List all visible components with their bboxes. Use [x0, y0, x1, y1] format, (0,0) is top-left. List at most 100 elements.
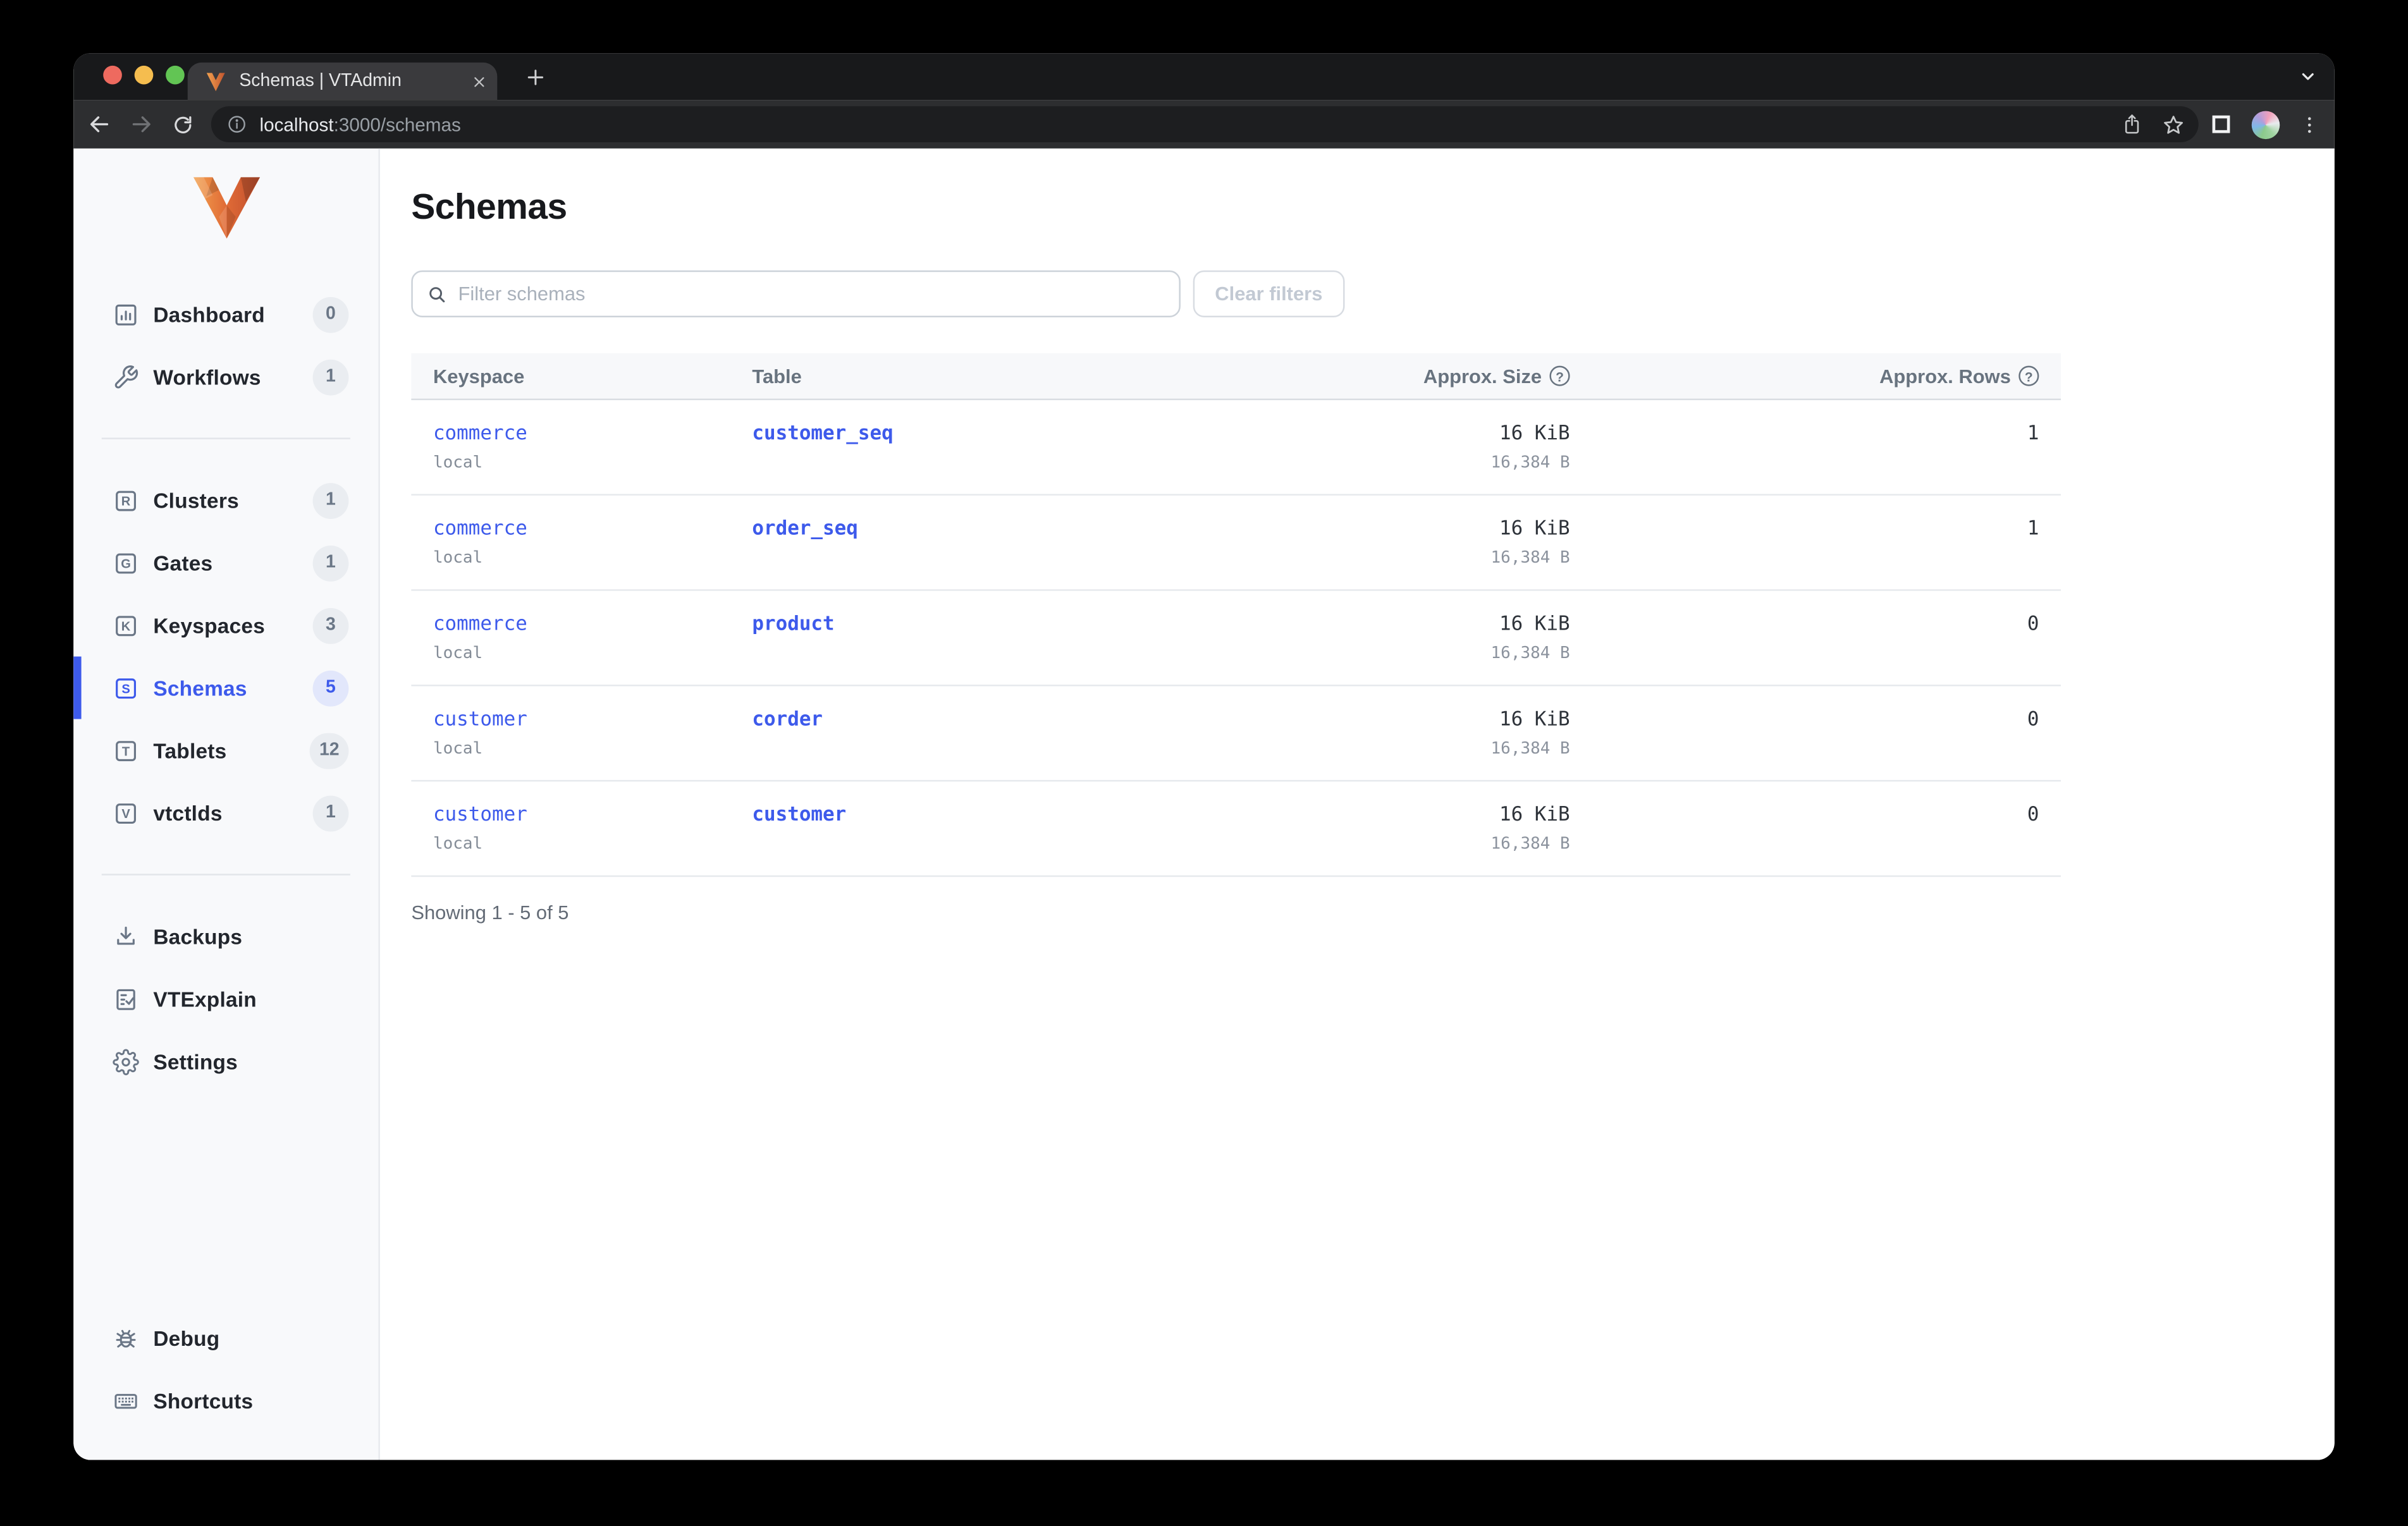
- sidebar-item-workflows[interactable]: Workflows 1: [73, 345, 378, 408]
- new-tab-button[interactable]: [525, 67, 546, 87]
- table-link[interactable]: customer_seq: [752, 420, 893, 444]
- filter-row: Clear filters: [411, 270, 2334, 317]
- count-badge: 12: [310, 732, 349, 769]
- size-bytes-value: 16,384 B: [1490, 453, 1570, 472]
- bookmark-star-icon[interactable]: [2163, 113, 2185, 135]
- sidebar-item-label: Settings: [153, 1049, 238, 1073]
- table-link[interactable]: corder: [752, 707, 823, 730]
- vtctlds-icon: V: [113, 800, 139, 826]
- sidebar-item-keyspaces[interactable]: K Keyspaces 3: [73, 594, 378, 657]
- table-row: customer local customer 16 KiB 16,384 B …: [411, 781, 2061, 877]
- back-icon[interactable]: [87, 113, 111, 136]
- tab-close-icon[interactable]: [472, 74, 486, 88]
- tab-title: Schemas | VTAdmin: [239, 71, 402, 91]
- sidebar-nav: Dashboard 0 Workflows 1 R Clusters 1 G G…: [73, 283, 378, 1093]
- search-icon: [429, 287, 445, 303]
- count-badge: 0: [312, 296, 349, 333]
- sidebar-item-label: vtctlds: [153, 801, 223, 825]
- table-link[interactable]: product: [752, 611, 834, 635]
- document-check-icon: [113, 986, 139, 1012]
- sidebar-item-clusters[interactable]: R Clusters 1: [73, 469, 378, 532]
- sidebar-item-dashboard[interactable]: Dashboard 0: [73, 283, 378, 346]
- sidebar-item-label: Workflows: [153, 365, 261, 389]
- sidebar-item-label: Gates: [153, 551, 213, 575]
- help-icon[interactable]: ?: [2018, 365, 2039, 386]
- header-table: Table: [752, 365, 802, 387]
- sidebar-item-label: Backups: [153, 924, 243, 948]
- table-link[interactable]: customer: [752, 802, 846, 826]
- browser-window: Schemas | VTAdmin localhost:3000/schemas…: [73, 53, 2335, 1460]
- download-icon: [113, 923, 139, 949]
- sidebar-item-label: Tablets: [153, 738, 227, 762]
- table-row: commerce local customer_seq 16 KiB 16,38…: [411, 400, 2061, 496]
- sidebar-item-vtexplain[interactable]: VTExplain: [73, 968, 378, 1030]
- profile-avatar[interactable]: [2251, 110, 2280, 138]
- approx-rows-value: 0: [2027, 706, 2039, 730]
- sidebar-bottom-nav: Debug Shortcuts: [73, 1307, 378, 1432]
- sidebar-item-settings[interactable]: Settings: [73, 1030, 378, 1093]
- count-badge: 5: [312, 669, 349, 706]
- size-bytes-value: 16,384 B: [1490, 834, 1570, 854]
- sidebar-divider: [101, 437, 350, 439]
- keyspace-link[interactable]: customer: [433, 707, 527, 730]
- sidebar-item-label: Shortcuts: [153, 1389, 254, 1413]
- count-badge: 3: [312, 607, 349, 644]
- results-summary: Showing 1 - 5 of 5: [411, 901, 569, 924]
- keyspace-link[interactable]: commerce: [433, 516, 527, 539]
- sidebar-item-backups[interactable]: Backups: [73, 905, 378, 968]
- share-icon[interactable]: [2122, 113, 2142, 136]
- count-badge: 1: [312, 795, 349, 831]
- vitess-favicon: [206, 72, 225, 91]
- schemas-icon: S: [113, 674, 139, 701]
- sidebar-item-debug[interactable]: Debug: [73, 1307, 378, 1369]
- side-panel-icon[interactable]: [2209, 113, 2233, 136]
- keyspace-link[interactable]: customer: [433, 802, 527, 826]
- site-info-icon[interactable]: [227, 114, 247, 135]
- tab-search-chevron-icon[interactable]: [2299, 67, 2318, 86]
- count-badge: 1: [312, 482, 349, 518]
- sidebar-item-label: Clusters: [153, 488, 239, 512]
- url-bar[interactable]: localhost:3000/schemas: [211, 106, 2199, 143]
- zoom-window-button[interactable]: [166, 65, 185, 85]
- browser-toolbar: localhost:3000/schemas: [73, 100, 2335, 149]
- sidebar-item-schemas[interactable]: S Schemas 5: [73, 656, 378, 719]
- sidebar-item-label: Debug: [153, 1326, 220, 1350]
- svg-text:T: T: [122, 744, 130, 758]
- browser-tab[interactable]: Schemas | VTAdmin: [187, 62, 498, 101]
- help-icon[interactable]: ?: [1549, 365, 1570, 386]
- size-bytes-value: 16,384 B: [1490, 548, 1570, 568]
- svg-text:V: V: [121, 807, 130, 821]
- minimize-window-button[interactable]: [134, 65, 154, 85]
- sidebar-item-label: VTExplain: [153, 987, 257, 1011]
- filter-schemas-input[interactable]: [412, 272, 1179, 316]
- size-bytes-value: 16,384 B: [1490, 644, 1570, 663]
- reload-icon[interactable]: [172, 113, 194, 135]
- sidebar-item-label: Keyspaces: [153, 613, 266, 637]
- header-approx-size-label: Approx. Size: [1423, 365, 1542, 387]
- keyspace-link[interactable]: commerce: [433, 420, 527, 444]
- cluster-label: local: [433, 739, 483, 759]
- approx-size-value: 16 KiB: [1499, 706, 1570, 730]
- cluster-label: local: [433, 834, 483, 854]
- count-badge: 1: [312, 358, 349, 395]
- desktop-background: Schemas | VTAdmin localhost:3000/schemas…: [0, 0, 2408, 1526]
- browser-menu-icon[interactable]: [2299, 113, 2321, 135]
- header-approx-rows: Approx. Rows?: [1879, 353, 2039, 399]
- url-path: :3000/schemas: [333, 113, 461, 135]
- keyspace-link[interactable]: commerce: [433, 611, 527, 635]
- table-row: commerce local product 16 KiB 16,384 B 0: [411, 591, 2061, 687]
- sidebar-item-vtctlds[interactable]: V vtctlds 1: [73, 781, 378, 844]
- gear-icon: [113, 1048, 139, 1075]
- url-text: localhost:3000/schemas: [259, 113, 2122, 135]
- approx-size-value: 16 KiB: [1499, 515, 1570, 540]
- sidebar-item-gates[interactable]: G Gates 1: [73, 532, 378, 594]
- clear-filters-button[interactable]: Clear filters: [1193, 270, 1345, 317]
- schemas-table: Keyspace Table Approx. Size? Approx. Row…: [411, 353, 2061, 877]
- sidebar-item-shortcuts[interactable]: Shortcuts: [73, 1369, 378, 1432]
- close-window-button[interactable]: [103, 65, 122, 85]
- table-link[interactable]: order_seq: [752, 516, 857, 539]
- table-row: commerce local order_seq 16 KiB 16,384 B…: [411, 496, 2061, 591]
- sidebar-item-tablets[interactable]: T Tablets 12: [73, 719, 378, 781]
- forward-icon[interactable]: [130, 113, 153, 136]
- approx-size-value: 16 KiB: [1499, 420, 1570, 444]
